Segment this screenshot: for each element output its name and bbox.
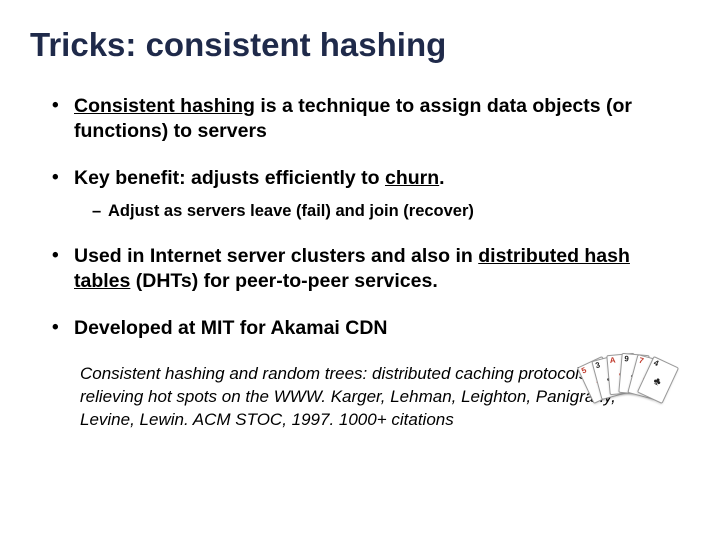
sub-bullet-adjust: Adjust as servers leave (fail) and join … — [92, 201, 680, 222]
bullet-list: Consistent hashing is a technique to ass… — [30, 94, 690, 341]
bullet-text: Used in Internet server clusters and als… — [74, 245, 478, 267]
playing-cards-image: 5♦3♣A♥9♠7♦4♣ — [584, 352, 684, 416]
term-churn: churn — [385, 167, 439, 189]
bullet-used-in: Used in Internet server clusters and als… — [52, 244, 690, 294]
card-suit-icon: ♣ — [645, 371, 670, 391]
card-rank: 4 — [652, 359, 675, 376]
bullet-developed-at: Developed at MIT for Akamai CDN — [52, 316, 690, 341]
bullet-key-benefit: Key benefit: adjusts efficiently to chur… — [52, 166, 690, 222]
bullet-text: (DHTs) for peer-to-peer services. — [130, 270, 437, 292]
bullet-text: . — [439, 167, 444, 189]
sub-bullet-list: Adjust as servers leave (fail) and join … — [74, 201, 680, 222]
slide-title: Tricks: consistent hashing — [30, 26, 690, 64]
bullet-text: Key benefit: adjusts efficiently to — [74, 167, 385, 189]
bullet-consistent-hashing: Consistent hashing is a technique to ass… — [52, 94, 690, 144]
term-consistent-hashing: Consistent hashing — [74, 95, 255, 117]
